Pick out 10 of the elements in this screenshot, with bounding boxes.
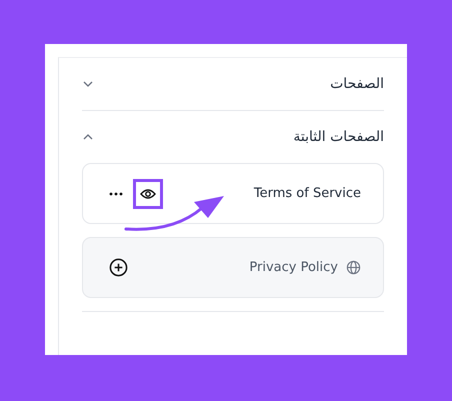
page-title: Terms of Service bbox=[254, 186, 361, 201]
globe-icon bbox=[346, 260, 361, 275]
section-title: الصفحات الثابتة bbox=[293, 129, 384, 145]
page-card[interactable]: Terms of Service bbox=[82, 163, 384, 224]
add-icon[interactable] bbox=[109, 258, 128, 277]
more-icon[interactable] bbox=[109, 192, 123, 196]
page-card[interactable]: Privacy Policy bbox=[82, 237, 384, 298]
eye-icon[interactable] bbox=[140, 188, 156, 200]
section-title: الصفحات bbox=[330, 76, 384, 92]
page-title: Privacy Policy bbox=[249, 260, 338, 275]
